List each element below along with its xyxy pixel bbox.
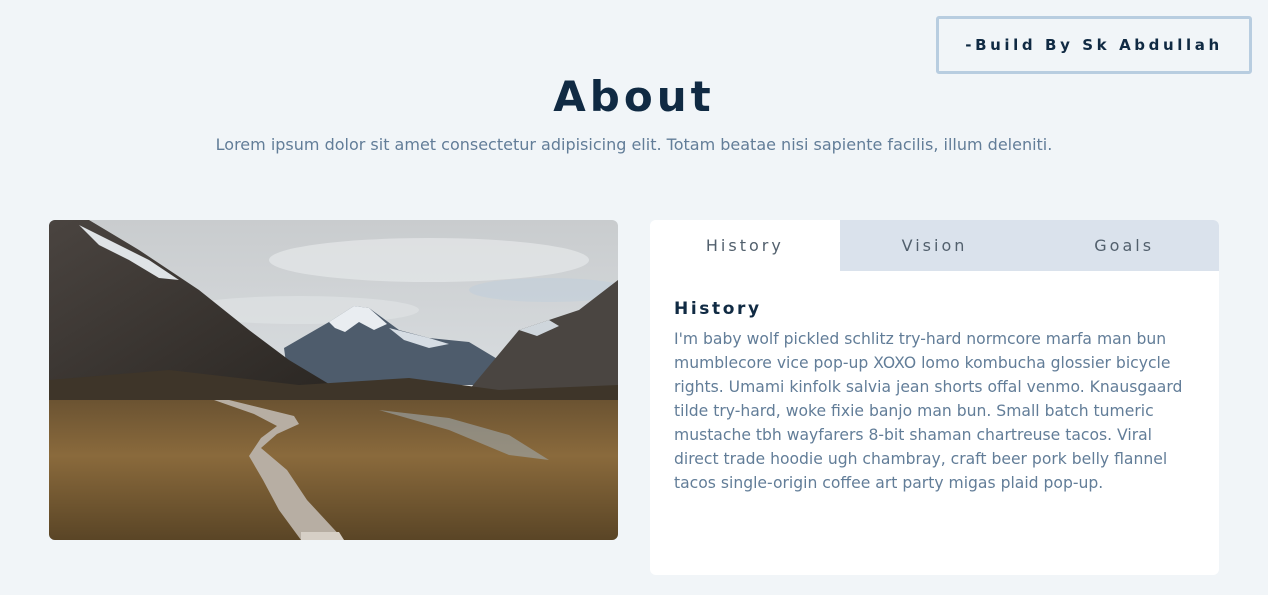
about-page: -Build By Sk Abdullah About Lorem ipsum … <box>0 0 1268 595</box>
landscape-image <box>49 220 618 540</box>
page-title: About <box>553 72 715 121</box>
tab-goals-label: Goals <box>1094 236 1155 255</box>
tab-vision[interactable]: Vision <box>839 220 1030 271</box>
tab-history-label: History <box>705 236 784 255</box>
content-text: I'm baby wolf pickled schlitz try-hard n… <box>674 330 1183 492</box>
credit-label: -Build By Sk Abdullah <box>965 36 1223 54</box>
tab-content: History I'm baby wolf pickled schlitz tr… <box>650 271 1219 495</box>
tab-history[interactable]: History <box>650 220 840 271</box>
tab-goals[interactable]: Goals <box>1029 220 1219 271</box>
about-card: History Vision Goals History I'm baby wo… <box>650 220 1219 575</box>
page-subtitle: Lorem ipsum dolor sit amet consectetur a… <box>215 135 1053 154</box>
content-title: History <box>674 299 762 319</box>
credit-button[interactable]: -Build By Sk Abdullah <box>936 16 1252 74</box>
tab-bar: History Vision Goals <box>650 220 1219 271</box>
tab-vision-label: Vision <box>901 236 968 255</box>
